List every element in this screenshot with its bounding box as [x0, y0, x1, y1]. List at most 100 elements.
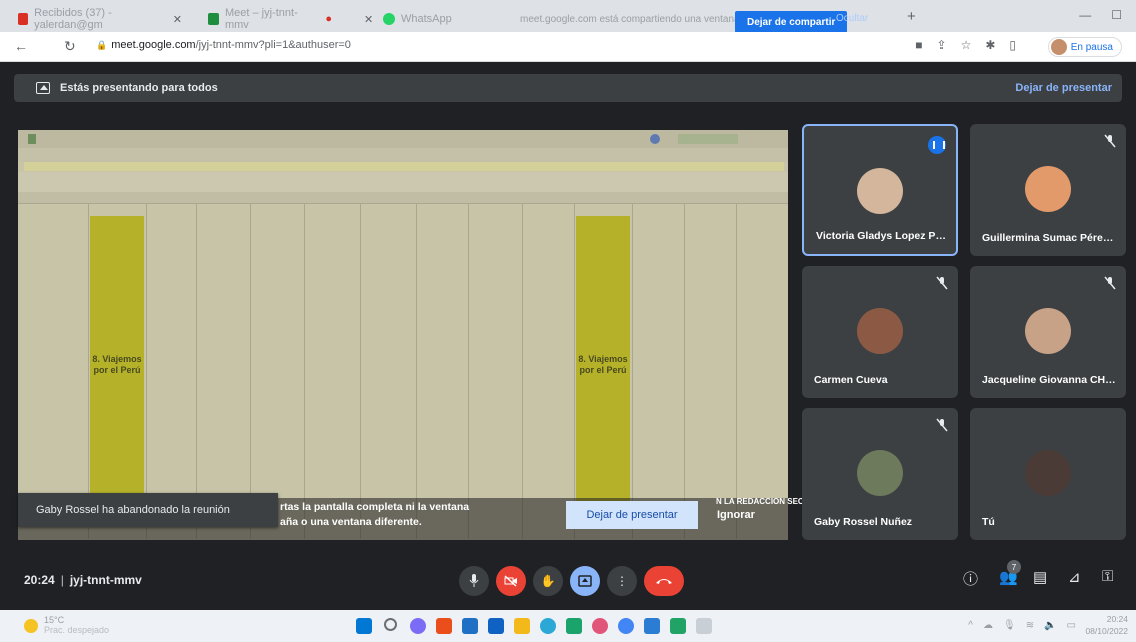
weather-widget[interactable]: 15°C Prac. despejado	[24, 615, 109, 635]
avatar	[857, 168, 903, 214]
participant-tile[interactable]: Carmen Cueva	[802, 266, 958, 398]
volume-icon[interactable]: 🔈	[1044, 620, 1056, 631]
extensions-icon[interactable]: ✱	[985, 38, 995, 52]
activities-icon[interactable]: ⊿	[1068, 568, 1081, 586]
share-icon[interactable]: ⇪	[937, 38, 947, 52]
participants-count-badge: 7	[1007, 560, 1021, 574]
office-icon[interactable]	[436, 618, 452, 634]
grid-line	[250, 204, 251, 539]
participant-tile[interactable]: Gaby Rossel Nuñez	[802, 408, 958, 540]
url-field[interactable]: 🔒 meet.google.com/jyj-tnnt-mmv?pli=1&auth…	[96, 39, 351, 51]
participant-name: Guillermina Sumac Pérez ...	[982, 232, 1118, 244]
participant-tile[interactable]: Jacqueline Giovanna CHA...	[970, 266, 1126, 398]
meeting-code: jyj-tnnt-mmv	[69, 573, 142, 587]
avatar	[1025, 450, 1071, 496]
camera-icon[interactable]: ■	[915, 38, 922, 52]
new-tab-icon[interactable]: +	[907, 8, 916, 25]
edge-icon[interactable]	[540, 618, 556, 634]
search-icon[interactable]	[384, 618, 397, 631]
share-warning-line-1: rtas la pantalla completa ni la ventana	[280, 501, 470, 513]
app-icon[interactable]	[566, 618, 582, 634]
grid-line	[146, 204, 147, 539]
clock-time: 20:24	[1106, 614, 1128, 624]
grid-line	[632, 204, 633, 539]
window-controls: — ☐	[1079, 8, 1122, 22]
battery-icon[interactable]: ▭	[1067, 620, 1076, 631]
toolbar-icons: ■ ⇪ ☆ ✱ ▯	[915, 38, 1016, 52]
shared-screen: 8. Viajemos por el Perú 8. Viajemos por …	[18, 130, 788, 540]
grid-line	[684, 204, 685, 539]
dialog-stop-presenting-button[interactable]: Dejar de presentar	[566, 501, 698, 529]
meet-icon	[208, 13, 219, 25]
app-icon[interactable]	[592, 618, 608, 634]
participant-tile[interactable]: Guillermina Sumac Pérez ...	[970, 124, 1126, 256]
meeting-info: 20:24 | jyj-tnnt-mmv	[24, 573, 142, 587]
start-icon[interactable]	[356, 618, 372, 634]
avatar	[1025, 166, 1071, 212]
grid-line	[360, 204, 361, 539]
recording-dot-icon: ●	[325, 13, 332, 25]
folder-icon[interactable]	[514, 618, 530, 634]
meeting-time: 20:24	[24, 573, 55, 587]
row-label: 8. Viajemos por el Perú	[578, 354, 628, 375]
camera-button[interactable]	[496, 566, 526, 596]
reload-icon[interactable]: ↻	[64, 38, 76, 55]
more-options-button[interactable]: ⋮	[607, 566, 637, 596]
stop-presenting-button[interactable]: Dejar de presentar	[1015, 82, 1112, 94]
url-path: /jyj-tnnt-mmv?pli=1&authuser=0	[195, 39, 351, 51]
profile-pause-pill[interactable]: En pausa	[1047, 37, 1122, 57]
os-taskbar: 15°C Prac. despejado ^ ☁ 🎙 ≋ 🔈 ▭ 20:24 0…	[0, 610, 1136, 642]
participant-name: Gaby Rossel Nuñez	[814, 516, 913, 528]
tab-gmail[interactable]: Recibidos (37) - yalerdan@gm ✕	[10, 6, 190, 32]
word-icon[interactable]	[644, 618, 660, 634]
clock-date: 08/10/2022	[1085, 625, 1128, 636]
hide-button[interactable]: Ocultar	[836, 13, 868, 24]
wifi-icon[interactable]: ≋	[1026, 620, 1034, 631]
grid-line	[88, 204, 89, 539]
pause-label: En pausa	[1070, 41, 1113, 53]
ignore-button[interactable]: Ignorar	[717, 509, 755, 521]
app-icon[interactable]	[696, 618, 712, 634]
back-icon[interactable]: ←	[14, 38, 28, 54]
avatar	[1025, 308, 1071, 354]
present-button[interactable]	[570, 566, 600, 596]
raise-hand-button[interactable]: ✋	[533, 566, 563, 596]
tab-close-extra[interactable]: ✕	[350, 6, 373, 32]
participant-name: Jacqueline Giovanna CHA...	[982, 374, 1118, 386]
temperature: 15°C	[44, 615, 65, 625]
minimize-icon[interactable]: —	[1079, 8, 1091, 22]
cloud-icon[interactable]: ☁	[983, 620, 993, 631]
mic-off-icon	[936, 276, 948, 290]
maximize-icon[interactable]: ☐	[1111, 8, 1122, 22]
participant-tile[interactable]: Victoria Gladys Lopez Prti...	[802, 124, 958, 256]
hang-up-button[interactable]	[644, 566, 684, 596]
meet-control-bar: 20:24 | jyj-tnnt-mmv ✋ ⋮ ⓘ 👥 ▤ ⊿ ⚿	[0, 550, 1136, 608]
participant-tile[interactable]: Tú	[970, 408, 1126, 540]
sheet-column-headers	[18, 192, 788, 204]
mic-button[interactable]	[459, 566, 489, 596]
speaking-indicator-icon	[928, 136, 946, 154]
tab-whatsapp-title: WhatsApp	[401, 13, 452, 25]
chat-icon[interactable]: ▤	[1033, 568, 1047, 586]
tab-meet[interactable]: Meet – jyj-tnnt-mmv ●	[200, 6, 340, 32]
chat-app-icon[interactable]	[410, 618, 426, 634]
excel-icon[interactable]	[670, 618, 686, 634]
store-icon[interactable]	[462, 618, 478, 634]
star-icon[interactable]: ☆	[961, 38, 972, 52]
host-controls-icon[interactable]: ⚿	[1102, 568, 1113, 585]
tab-whatsapp[interactable]: WhatsApp	[375, 6, 485, 32]
info-icon[interactable]: ⓘ	[963, 568, 978, 589]
sidepanel-icon[interactable]: ▯	[1009, 38, 1016, 52]
mic-icon[interactable]: 🎙	[1003, 620, 1016, 631]
mail-icon[interactable]	[488, 618, 504, 634]
sheet-info-strip	[24, 162, 784, 171]
chrome-icon[interactable]	[618, 618, 634, 634]
chevron-up-icon[interactable]: ^	[968, 620, 973, 631]
stop-sharing-button[interactable]: Dejar de compartir	[735, 11, 848, 33]
mic-icon	[469, 574, 479, 587]
close-icon[interactable]: ✕	[173, 13, 182, 26]
system-clock[interactable]: 20:24 08/10/2022	[1085, 614, 1128, 638]
gmail-icon	[18, 13, 29, 25]
grid-line	[468, 204, 469, 539]
close-icon[interactable]: ✕	[364, 13, 373, 26]
